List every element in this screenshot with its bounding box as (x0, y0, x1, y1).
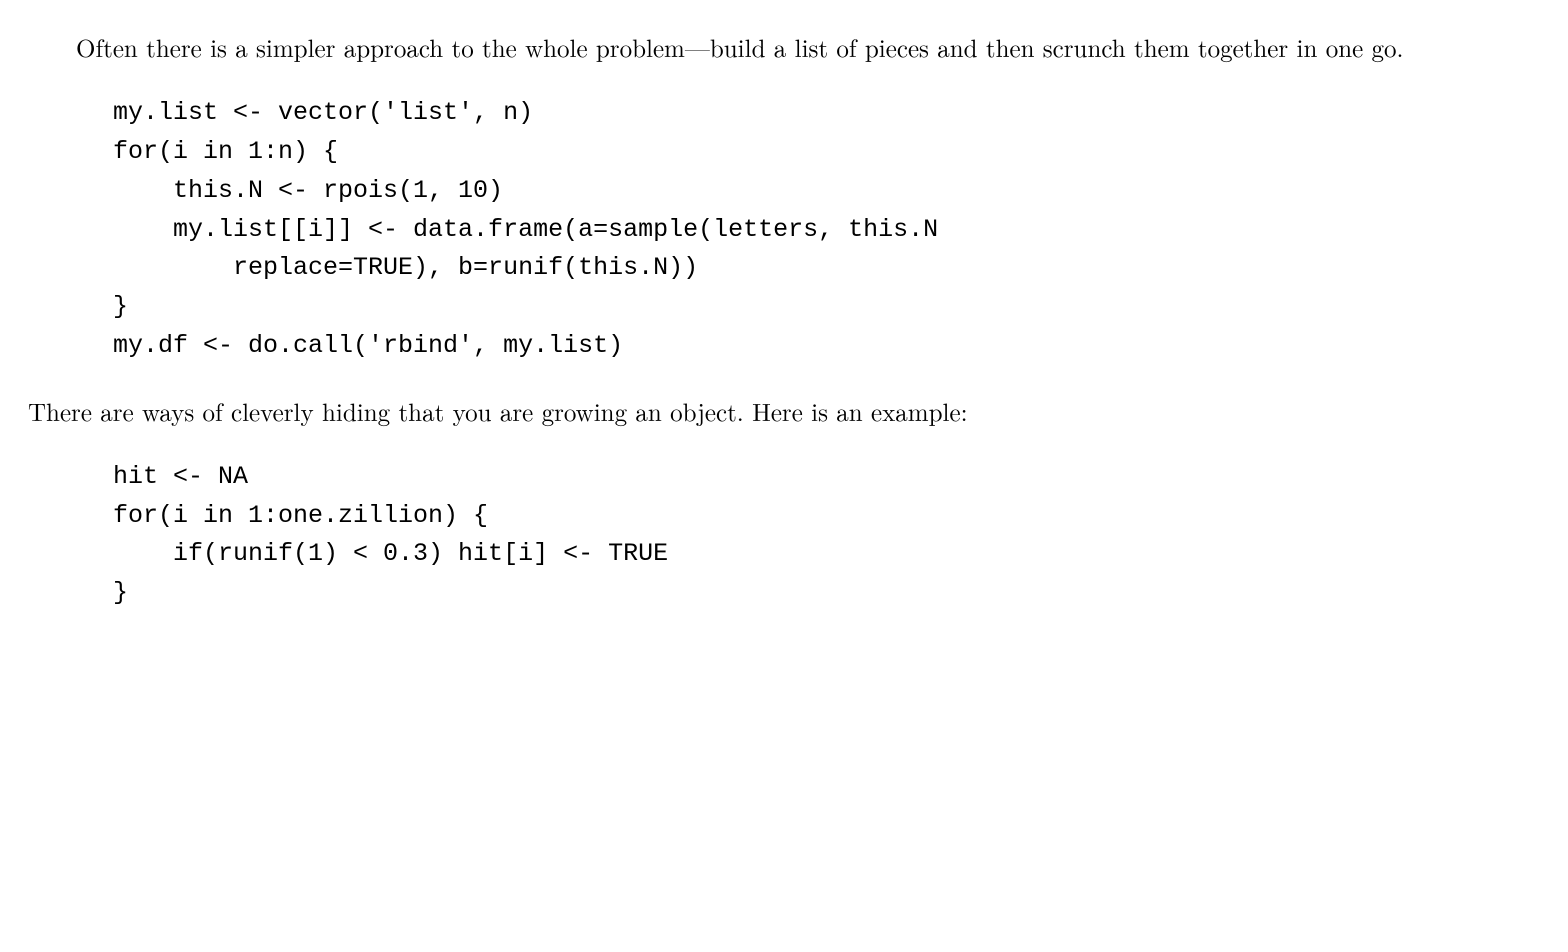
code-block-1: my.list <- vector('list', n) for(i in 1:… (113, 94, 1540, 365)
body-paragraph-2: There are ways of cleverly hiding that y… (28, 394, 1540, 430)
code-block-2: hit <- NA for(i in 1:one.zillion) { if(r… (113, 458, 1540, 613)
body-paragraph-1: Often there is a simpler approach to the… (28, 30, 1540, 66)
